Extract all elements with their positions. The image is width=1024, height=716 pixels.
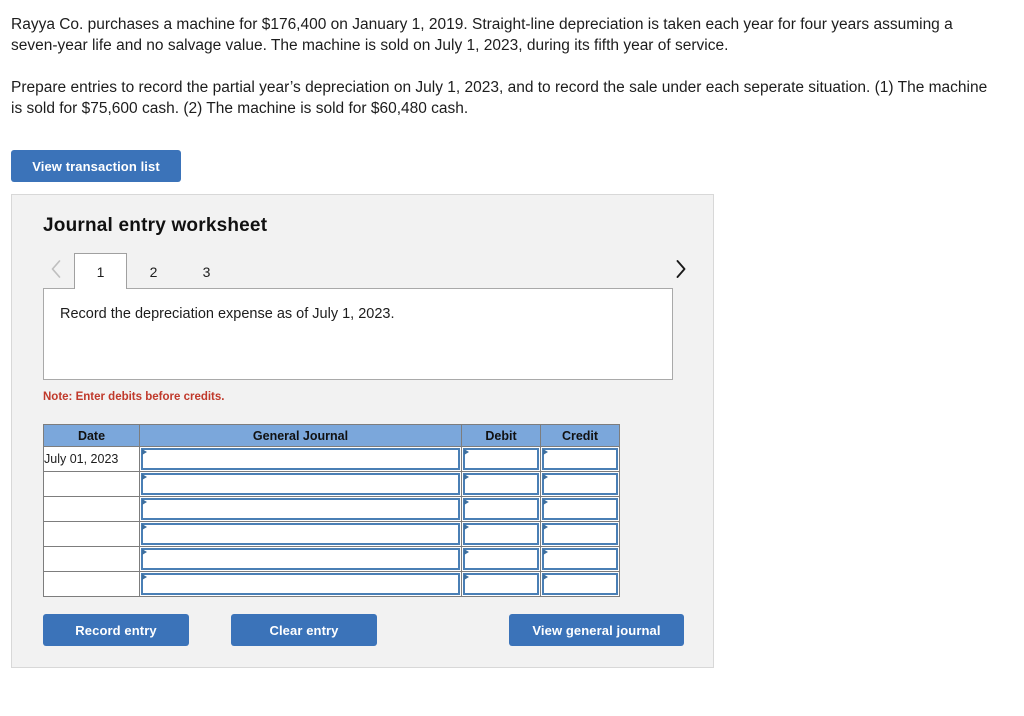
general-journal-input-5[interactable] bbox=[139, 546, 462, 572]
cell-marker-icon bbox=[142, 474, 147, 480]
entry-note: Note: Enter debits before credits. bbox=[43, 391, 225, 403]
table-row: July 01, 2023 bbox=[43, 446, 620, 472]
cell-marker-icon bbox=[142, 574, 147, 580]
cell-marker-icon bbox=[543, 499, 548, 505]
debit-input-1[interactable] bbox=[461, 446, 541, 472]
instruction-text: Record the depreciation expense as of Ju… bbox=[60, 306, 395, 322]
date-cell-3[interactable] bbox=[43, 496, 140, 522]
cell-marker-icon bbox=[142, 449, 147, 455]
view-general-journal-button[interactable]: View general journal bbox=[509, 614, 684, 646]
worksheet-tab-2[interactable]: 2 bbox=[127, 253, 180, 289]
general-journal-input-1[interactable] bbox=[139, 446, 462, 472]
clear-entry-button[interactable]: Clear entry bbox=[231, 614, 377, 646]
chevron-left-icon bbox=[50, 259, 63, 279]
credit-input-2[interactable] bbox=[540, 471, 620, 497]
column-header-debit: Debit bbox=[461, 424, 541, 447]
cell-marker-icon bbox=[464, 449, 469, 455]
cell-marker-icon bbox=[543, 524, 548, 530]
debit-input-2[interactable] bbox=[461, 471, 541, 497]
cell-marker-icon bbox=[543, 474, 548, 480]
date-cell-2[interactable] bbox=[43, 471, 140, 497]
column-header-credit: Credit bbox=[540, 424, 620, 447]
date-cell-5[interactable] bbox=[43, 546, 140, 572]
cell-marker-icon bbox=[464, 549, 469, 555]
cell-marker-icon bbox=[464, 574, 469, 580]
cell-marker-icon bbox=[464, 524, 469, 530]
general-journal-input-6[interactable] bbox=[139, 571, 462, 597]
cell-marker-icon bbox=[142, 549, 147, 555]
table-row bbox=[43, 521, 620, 547]
column-header-general-journal: General Journal bbox=[139, 424, 462, 447]
journal-entry-worksheet-panel: Journal entry worksheet 1 2 3 Record the… bbox=[11, 194, 714, 668]
cell-marker-icon bbox=[543, 449, 548, 455]
column-header-date: Date bbox=[43, 424, 140, 447]
cell-marker-icon bbox=[543, 574, 548, 580]
date-cell-4[interactable] bbox=[43, 521, 140, 547]
general-journal-input-2[interactable] bbox=[139, 471, 462, 497]
cell-marker-icon bbox=[543, 549, 548, 555]
problem-paragraph-2: Prepare entries to record the partial ye… bbox=[11, 79, 988, 117]
tab-list: 1 2 3 bbox=[74, 251, 233, 289]
general-journal-input-3[interactable] bbox=[139, 496, 462, 522]
credit-input-1[interactable] bbox=[540, 446, 620, 472]
table-row bbox=[43, 546, 620, 572]
cell-marker-icon bbox=[142, 524, 147, 530]
worksheet-title: Journal entry worksheet bbox=[43, 215, 268, 236]
tab-prev-button[interactable] bbox=[43, 253, 69, 285]
date-cell-1[interactable]: July 01, 2023 bbox=[43, 446, 140, 472]
worksheet-tab-1[interactable]: 1 bbox=[74, 253, 127, 289]
table-row bbox=[43, 496, 620, 522]
credit-input-4[interactable] bbox=[540, 521, 620, 547]
chevron-right-icon bbox=[674, 259, 687, 279]
cell-marker-icon bbox=[142, 499, 147, 505]
problem-statement: Rayya Co. purchases a machine for $176,4… bbox=[11, 14, 996, 119]
debit-input-6[interactable] bbox=[461, 571, 541, 597]
debit-input-4[interactable] bbox=[461, 521, 541, 547]
date-cell-6[interactable] bbox=[43, 571, 140, 597]
table-header-row: Date General Journal Debit Credit bbox=[43, 424, 620, 447]
record-entry-button[interactable]: Record entry bbox=[43, 614, 189, 646]
credit-input-5[interactable] bbox=[540, 546, 620, 572]
table-row bbox=[43, 471, 620, 497]
general-journal-input-4[interactable] bbox=[139, 521, 462, 547]
worksheet-tab-strip: 1 2 3 bbox=[43, 251, 693, 289]
journal-entry-table: Date General Journal Debit Credit July 0… bbox=[43, 424, 620, 597]
cell-marker-icon bbox=[464, 474, 469, 480]
worksheet-tab-3[interactable]: 3 bbox=[180, 253, 233, 289]
tab-next-button[interactable] bbox=[667, 253, 693, 285]
view-transaction-list-button[interactable]: View transaction list bbox=[11, 150, 181, 182]
debit-input-5[interactable] bbox=[461, 546, 541, 572]
debit-input-3[interactable] bbox=[461, 496, 541, 522]
cell-marker-icon bbox=[464, 499, 469, 505]
credit-input-3[interactable] bbox=[540, 496, 620, 522]
table-row bbox=[43, 571, 620, 597]
instruction-box: Record the depreciation expense as of Ju… bbox=[43, 288, 673, 380]
credit-input-6[interactable] bbox=[540, 571, 620, 597]
problem-paragraph-1: Rayya Co. purchases a machine for $176,4… bbox=[11, 16, 953, 54]
